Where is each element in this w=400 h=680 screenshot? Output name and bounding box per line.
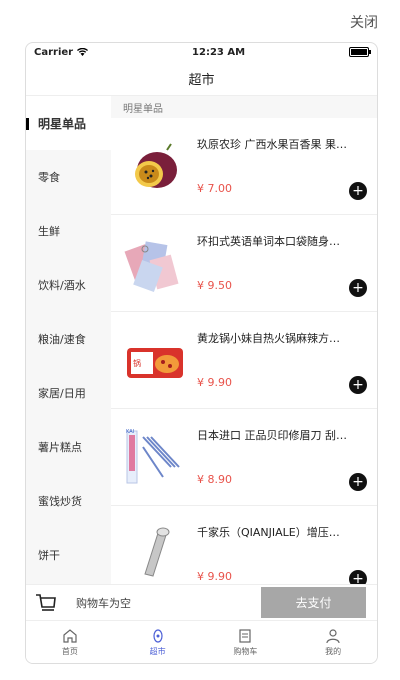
page-title: 超市 [188,72,215,88]
tab-cart[interactable]: 购物车 [215,628,275,657]
product-list: 明星单品 玖原农珍 广西水果百香果 果… ¥ 7.00 + 环扣式英语单词本口袋… [111,96,377,593]
product-price: ¥ 9.90 [197,570,232,583]
add-to-cart-button[interactable]: + [349,376,367,394]
cart-empty-text: 购物车为空 [76,597,131,610]
product-price: ¥ 9.90 [197,376,232,389]
add-to-cart-button[interactable]: + [349,279,367,297]
plus-icon: + [352,280,364,296]
status-time: 12:23 AM [192,46,246,58]
svg-text:KAI: KAI [126,429,134,435]
section-title: 明星单品 [111,96,377,118]
sidebar-item-snacks[interactable]: 零食 [26,150,111,204]
tab-bar: 首页 超市 购物车 我的 [26,620,377,663]
tab-supermarket[interactable]: 超市 [128,628,188,657]
plus-icon: + [352,183,364,199]
product-name: 黄龙锅小妹自热火锅麻辣方… [197,332,340,345]
cart-list-icon [239,628,251,643]
user-icon [326,628,340,643]
pay-button[interactable]: 去支付 [261,587,366,618]
cart-icon[interactable] [26,585,66,621]
tab-profile[interactable]: 我的 [303,628,363,657]
razor-pack-icon: KAI [126,429,180,484]
status-bar: Carrier 12:23 AM [26,43,377,61]
product-item[interactable]: 千家乐（QIANJIALE）增压… ¥ 9.90 + [111,506,377,593]
cart-bar: 购物车为空 去支付 [26,584,377,621]
product-name: 环扣式英语单词本口袋随身… [197,235,340,248]
tab-home[interactable]: 首页 [40,628,100,657]
hotpot-box-icon: 锅 [127,348,183,378]
plus-icon: + [352,377,364,393]
sidebar-item-grain-oil[interactable]: 粮油/速食 [26,312,111,366]
plus-icon: + [352,474,364,490]
product-name: 玖原农珍 广西水果百香果 果… [197,138,347,151]
product-price: ¥ 9.50 [197,279,232,292]
supermarket-icon [153,628,163,643]
nav-bar: 超市 [26,61,377,96]
passion-fruit-icon [135,143,177,188]
close-button[interactable]: 关闭 [350,12,378,32]
carrier-label: Carrier [34,46,74,58]
sidebar-item-star-products[interactable]: 明星单品 [26,96,111,150]
add-to-cart-button[interactable]: + [349,473,367,491]
battery-icon [348,47,371,57]
wifi-icon [77,48,89,56]
product-price: ¥ 8.90 [197,473,232,486]
product-item[interactable]: 玖原农珍 广西水果百香果 果… ¥ 7.00 + [111,118,377,215]
product-item[interactable]: 锅 黄龙锅小妹自热火锅麻辣方… ¥ 9.90 + [111,312,377,409]
sidebar-item-preserved-nuts[interactable]: 蜜饯炒货 [26,474,111,528]
product-item[interactable]: 环扣式英语单词本口袋随身… ¥ 9.50 + [111,215,377,312]
phone-frame: Carrier 12:23 AM 超市 明星单品 零食 生鲜 饮料/酒水 粮油/… [25,42,378,664]
product-name: 日本进口 正品贝印修眉刀 刮… [197,429,347,442]
home-icon [63,628,77,643]
sidebar-item-drinks[interactable]: 饮料/酒水 [26,258,111,312]
sidebar-item-household[interactable]: 家居/日用 [26,366,111,420]
product-price: ¥ 7.00 [197,182,232,195]
sidebar-item-biscuits[interactable]: 饼干 [26,528,111,582]
product-item[interactable]: KAI 日本进口 正品贝印修眉刀 刮… ¥ 8.90 + [111,409,377,506]
add-to-cart-button[interactable]: + [349,182,367,200]
sidebar-item-chips-pastry[interactable]: 薯片糕点 [26,420,111,474]
vocabulary-cards-icon [124,241,179,292]
sidebar-item-fresh[interactable]: 生鲜 [26,204,111,258]
product-name: 千家乐（QIANJIALE）增压… [197,526,340,539]
content-area: 明星单品 零食 生鲜 饮料/酒水 粮油/速食 家居/日用 薯片糕点 蜜饯炒货 饼… [26,96,377,593]
shower-head-icon [144,527,170,577]
category-sidebar: 明星单品 零食 生鲜 饮料/酒水 粮油/速食 家居/日用 薯片糕点 蜜饯炒货 饼… [26,96,111,593]
svg-text:锅: 锅 [133,358,141,368]
